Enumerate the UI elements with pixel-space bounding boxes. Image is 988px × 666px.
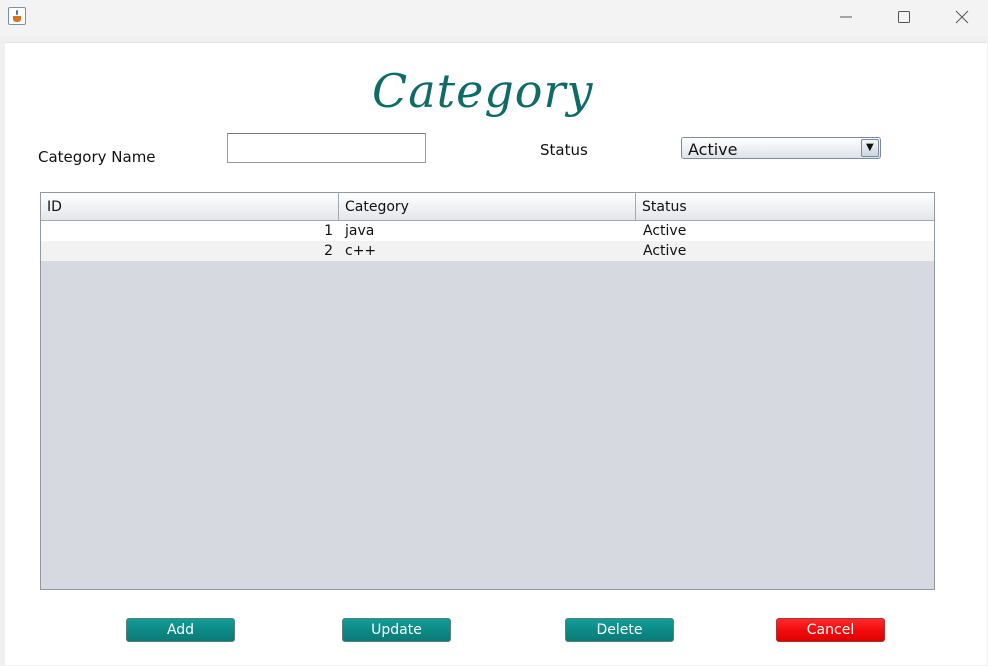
cell-category: java	[345, 223, 375, 239]
cancel-button[interactable]: Cancel	[776, 618, 885, 642]
status-dropdown-value: Active	[688, 140, 738, 159]
java-cup-body	[13, 16, 21, 22]
add-button[interactable]: Add	[126, 618, 235, 642]
table-header: ID Category Status	[41, 193, 934, 221]
maximize-icon	[898, 11, 910, 23]
category-name-label: Category Name	[38, 148, 156, 166]
page-title: Category	[372, 64, 594, 118]
title-bar	[0, 0, 988, 36]
java-cup-steam	[16, 10, 18, 15]
update-button[interactable]: Update	[342, 618, 451, 642]
category-table[interactable]: ID Category Status 1 java Active 2 c++ A…	[40, 192, 935, 590]
close-icon	[955, 10, 969, 24]
table-row[interactable]: 2 c++ Active	[41, 241, 934, 261]
status-label: Status	[540, 141, 588, 159]
category-name-input[interactable]	[227, 133, 426, 163]
column-header-id[interactable]: ID	[41, 193, 339, 220]
minimize-icon	[840, 16, 852, 18]
delete-button[interactable]: Delete	[565, 618, 674, 642]
table-row[interactable]: 1 java Active	[41, 221, 934, 241]
status-dropdown[interactable]: Active ▼	[681, 137, 881, 159]
cell-status: Active	[643, 243, 687, 259]
column-header-status[interactable]: Status	[636, 193, 934, 220]
java-cup-icon	[8, 7, 26, 25]
dropdown-arrow-button[interactable]: ▼	[861, 139, 879, 157]
cell-category: c++	[345, 243, 377, 259]
maximize-button[interactable]	[875, 0, 933, 34]
close-button[interactable]	[933, 0, 988, 34]
chevron-down-icon: ▼	[866, 142, 874, 153]
cell-id: 1	[324, 223, 333, 239]
cell-id: 2	[324, 243, 333, 259]
minimize-button[interactable]	[817, 0, 875, 34]
column-header-category[interactable]: Category	[339, 193, 636, 220]
cell-status: Active	[643, 223, 687, 239]
